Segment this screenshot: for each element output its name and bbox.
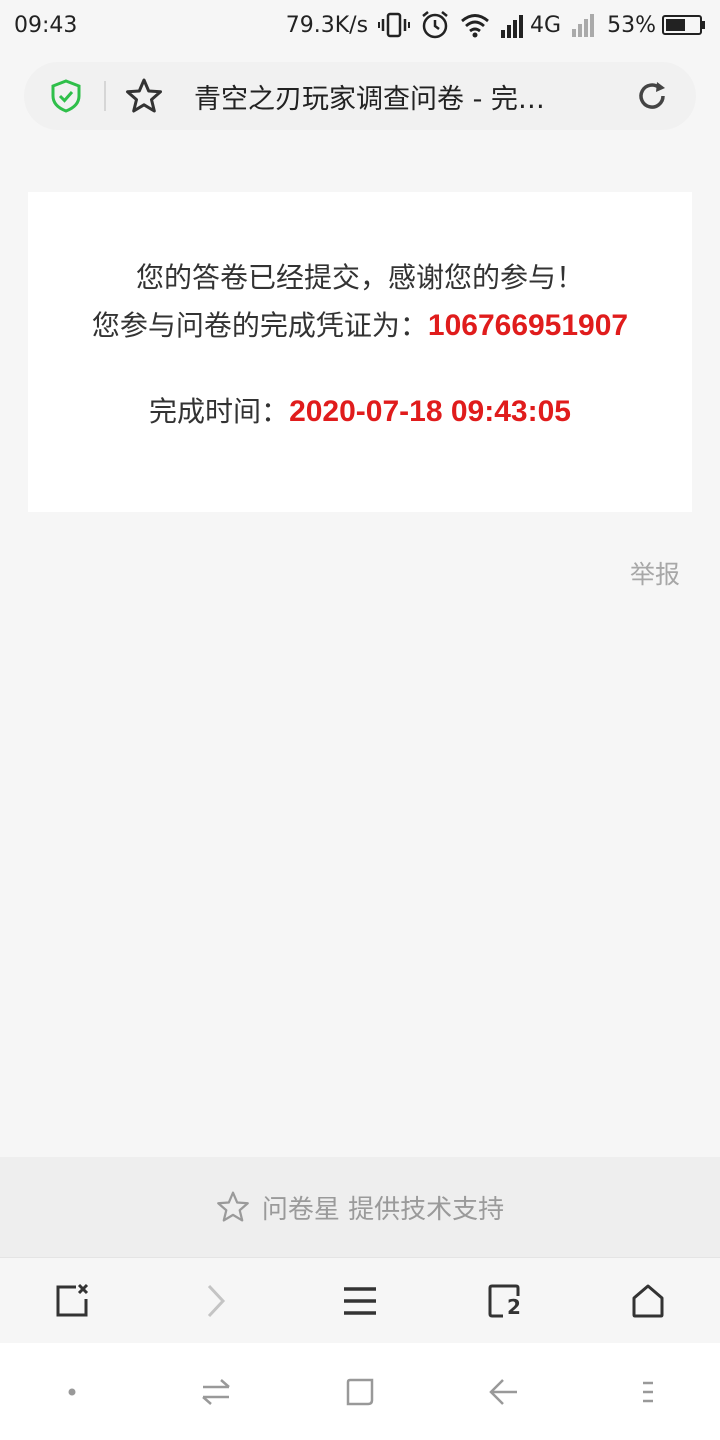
reload-icon[interactable]	[632, 76, 672, 116]
battery-icon	[662, 15, 705, 35]
thank-you-message: 您的答卷已经提交，感谢您的参与！	[135, 261, 584, 294]
status-bar: 09:43 79.3K/s 4G 53%	[0, 0, 720, 50]
completion-time-value: 2020-07-18 09:43:05	[289, 395, 571, 428]
signal-secondary-icon	[571, 13, 597, 37]
battery: 53%	[607, 13, 706, 38]
menu-button[interactable]	[330, 1271, 390, 1331]
battery-percent: 53%	[607, 12, 656, 38]
address-divider	[104, 81, 106, 111]
tabs-count: 2	[507, 1294, 521, 1319]
security-shield-icon[interactable]	[48, 78, 84, 114]
report-link[interactable]: 举报	[630, 555, 680, 591]
chevron-right-icon	[207, 1284, 226, 1317]
tech-support-text: 问卷星 提供技术支持	[261, 1194, 505, 1225]
back-nav-button[interactable]	[474, 1362, 534, 1422]
completion-time-line: 完成时间：2020-07-18 09:43:05	[28, 390, 692, 430]
status-time: 09:43	[14, 12, 78, 38]
page-title[interactable]: 青空之刃玩家调查问卷 - 完…	[194, 77, 574, 116]
status-icons: 79.3K/s 4G 53%	[286, 10, 706, 40]
signal-icon: 4G	[500, 13, 561, 38]
tech-support-banner[interactable]: 问卷星 提供技术支持	[0, 1157, 720, 1257]
confirmation-card: 您的答卷已经提交，感谢您的参与！ 您参与问卷的完成凭证为：10676695190…	[28, 192, 692, 512]
square-icon	[346, 1378, 374, 1405]
network-type: 4G	[530, 12, 562, 38]
dot-indicator	[42, 1362, 102, 1422]
swap-arrows-icon	[202, 1378, 230, 1405]
certificate-line: 您参与问卷的完成凭证为：106766951907	[28, 304, 692, 344]
certificate-label: 您参与问卷的完成凭证为：	[91, 309, 428, 342]
wifi-icon	[460, 12, 490, 38]
more-nav-button[interactable]	[618, 1362, 678, 1422]
network-speed: 79.3K/s	[285, 12, 369, 38]
more-lines-icon	[643, 1381, 653, 1402]
forward-button[interactable]	[186, 1271, 246, 1331]
back-arrow-icon	[489, 1378, 517, 1405]
address-bar[interactable]: 青空之刃玩家调查问卷 - 完…	[24, 62, 696, 130]
alarm-icon	[420, 10, 450, 40]
system-nav-bar	[0, 1343, 720, 1440]
home-button[interactable]	[618, 1271, 678, 1331]
switch-apps-button[interactable]	[186, 1362, 246, 1422]
completion-time-label: 完成时间：	[149, 395, 290, 428]
close-page-button[interactable]	[42, 1271, 102, 1331]
bookmark-star-icon[interactable]	[124, 76, 164, 116]
tabs-button[interactable]: 2	[474, 1271, 534, 1331]
home-icon	[632, 1284, 664, 1317]
browser-toolbar: 2	[0, 1257, 720, 1343]
close-page-icon	[56, 1283, 89, 1316]
home-nav-button[interactable]	[330, 1362, 390, 1422]
star-outline-icon	[216, 1191, 249, 1222]
certificate-number: 106766951907	[427, 309, 629, 342]
vibrate-icon	[378, 11, 411, 39]
hamburger-icon	[344, 1286, 376, 1315]
